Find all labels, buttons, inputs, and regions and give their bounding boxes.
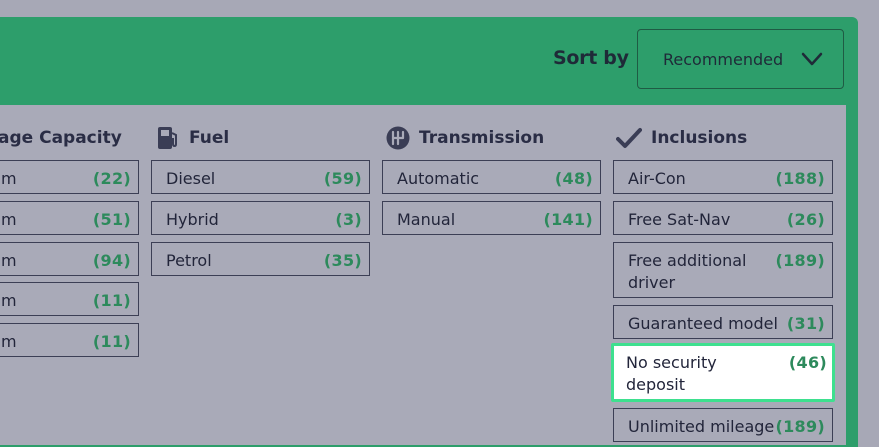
option-label: Air-Con (628, 169, 686, 188)
sort-dropdown-value: Recommended (663, 49, 784, 69)
chevron-down-icon (801, 52, 823, 66)
transmission-option-manual[interactable]: Manual (141) (382, 201, 601, 235)
inclusions-title: Inclusions (651, 128, 748, 148)
fuel-option-petrol[interactable]: Petrol (35) (151, 242, 370, 276)
option-count: (31) (786, 314, 825, 333)
option-label: Free additional driver (628, 251, 747, 292)
option-label: Manual (397, 210, 456, 229)
fuel-option-hybrid[interactable]: Hybrid (3) (151, 201, 370, 235)
option-label: m (1, 291, 17, 310)
option-label: Free Sat-Nav (628, 210, 731, 229)
gearshift-icon (386, 126, 410, 150)
option-count: (46) (788, 353, 827, 372)
inclusion-option-no-security-deposit[interactable]: No security deposit (46) (611, 343, 835, 402)
option-count: (51) (92, 210, 131, 229)
option-count: (48) (554, 169, 593, 188)
inclusions-heading: Inclusions (616, 125, 747, 151)
option-label: Diesel (166, 169, 216, 188)
fuel-option-diesel[interactable]: Diesel (59) (151, 160, 370, 194)
option-label: Unlimited mileage (628, 417, 775, 436)
checkmark-icon (616, 127, 642, 149)
transmission-heading: Transmission (386, 125, 544, 151)
inclusion-option-free-satnav[interactable]: Free Sat-Nav (26) (613, 201, 833, 235)
luggage-option[interactable]: m (94) (0, 242, 139, 276)
option-label: Guaranteed model (628, 314, 778, 333)
luggage-option[interactable]: m (22) (0, 160, 139, 194)
option-count: (26) (786, 210, 825, 229)
fuel-pump-icon (156, 126, 180, 150)
luggage-option[interactable]: m (11) (0, 323, 139, 357)
inclusion-option-unlimited-mileage[interactable]: Unlimited mileage (189) (613, 408, 833, 442)
option-label: m (1, 332, 17, 351)
option-count: (94) (92, 251, 131, 270)
option-count: (11) (92, 332, 131, 351)
transmission-title: Transmission (419, 128, 545, 148)
option-label: Hybrid (166, 210, 219, 229)
sort-dropdown[interactable]: Recommended (637, 29, 844, 89)
option-count: (59) (323, 169, 362, 188)
option-count: (188) (775, 169, 825, 188)
inclusion-option-aircon[interactable]: Air-Con (188) (613, 160, 833, 194)
option-label: Automatic (397, 169, 480, 188)
luggage-option[interactable]: m (51) (0, 201, 139, 235)
option-label: m (1, 210, 17, 229)
option-count: (141) (543, 210, 593, 229)
option-label: Petrol (166, 251, 212, 270)
transmission-option-automatic[interactable]: Automatic (48) (382, 160, 601, 194)
fuel-heading: Fuel (156, 125, 229, 151)
option-label: m (1, 169, 17, 188)
option-count: (22) (92, 169, 131, 188)
fuel-title: Fuel (189, 128, 230, 148)
option-count: (189) (775, 251, 825, 270)
option-count: (3) (335, 210, 362, 229)
luggage-capacity-title: age Capacity (0, 128, 122, 148)
inclusion-option-guaranteed-model[interactable]: Guaranteed model (31) (613, 305, 833, 339)
option-count: (11) (92, 291, 131, 310)
option-count: (35) (323, 251, 362, 270)
option-count: (189) (775, 417, 825, 436)
option-label: m (1, 251, 17, 270)
inclusion-option-free-additional-driver[interactable]: Free additional driver (189) (613, 242, 833, 298)
luggage-option[interactable]: m (11) (0, 282, 139, 316)
option-label: No security deposit (626, 353, 717, 394)
luggage-capacity-heading: age Capacity (0, 125, 122, 151)
sort-by-label: Sort by (553, 47, 629, 69)
